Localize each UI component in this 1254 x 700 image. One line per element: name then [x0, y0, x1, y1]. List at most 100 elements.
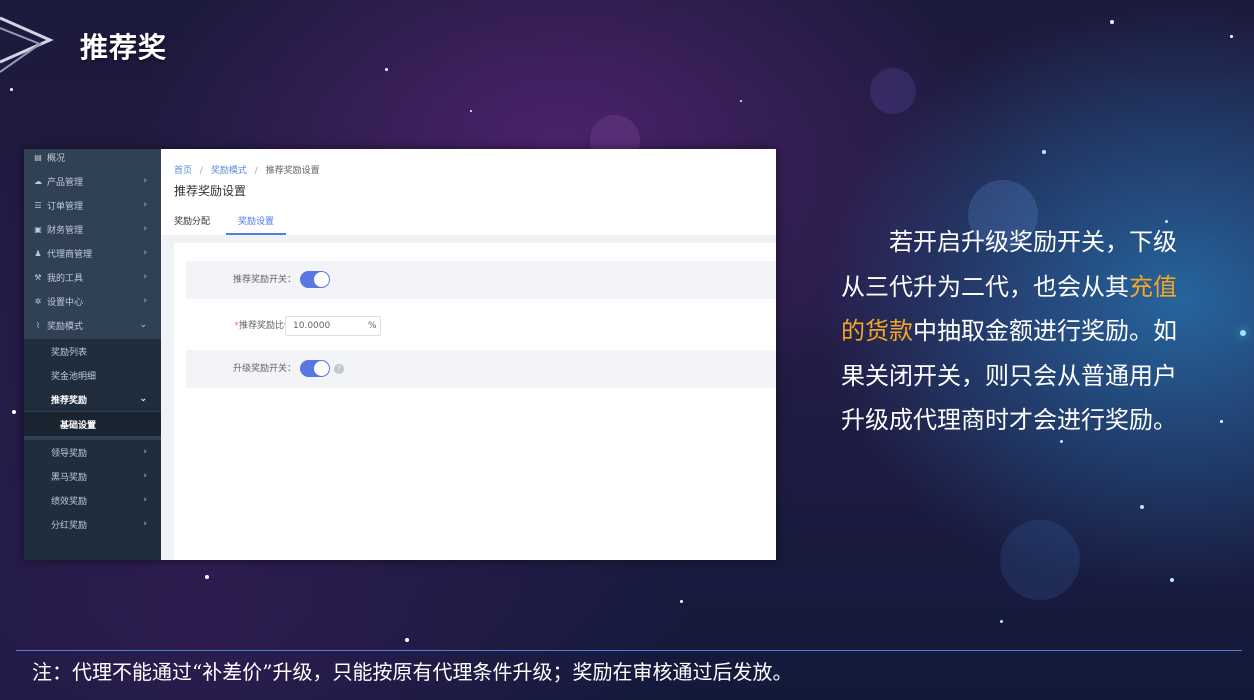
- slide-logo-icon: [0, 16, 54, 73]
- sidebar-subitem-darkhorse-reward[interactable]: 黑马奖励 ›: [24, 464, 161, 488]
- sidebar-item-label: 代理商管理: [47, 249, 93, 260]
- sidebar-subitem-label: 推荐奖励: [51, 395, 88, 406]
- chevron-right-icon: ›: [143, 272, 147, 282]
- settings-form: 推荐奖励开关： *推荐奖励比例: 10.0000 % 升级奖励开关： ?: [174, 243, 776, 560]
- sidebar-item-reward-mode[interactable]: ⌇ 奖励模式 ⌄: [24, 314, 161, 336]
- sidebar-item-label: 设置中心: [47, 297, 84, 308]
- overview-icon: ▤: [34, 152, 42, 162]
- chart-icon: ⌇: [36, 320, 40, 330]
- breadcrumb-current: 推荐奖励设置: [265, 166, 320, 176]
- star: [205, 575, 209, 579]
- star: [1220, 420, 1223, 423]
- upgrade-switch-row: 升级奖励开关： ?: [186, 350, 776, 388]
- breadcrumb-separator: /: [199, 166, 203, 176]
- sidebar-subitem-label: 奖金池明细: [51, 371, 97, 382]
- star: [470, 110, 472, 112]
- sidebar-subitem-label: 黑马奖励: [51, 472, 88, 483]
- tab-reward-distribution[interactable]: 奖励分配: [174, 209, 210, 235]
- chevron-right-icon: ›: [143, 248, 147, 258]
- sidebar-filler: [24, 536, 161, 560]
- sidebar-item-settings[interactable]: ✲ 设置中心 ›: [24, 290, 161, 312]
- star: [10, 88, 13, 91]
- star: [1170, 578, 1174, 582]
- breadcrumb-separator: /: [254, 166, 258, 176]
- sidebar-subitem-basic-settings[interactable]: 基础设置: [24, 412, 161, 436]
- referral-switch-label: 推荐奖励开关：: [232, 275, 296, 285]
- breadcrumb-home-link[interactable]: 首页: [174, 166, 192, 176]
- star: [1110, 20, 1114, 24]
- money-icon: ▣: [34, 224, 42, 234]
- star: [680, 600, 683, 603]
- description-text: 若开启升级奖励开关，下级从三代升为二代，也会从其: [841, 228, 1177, 301]
- chevron-right-icon: ›: [143, 200, 147, 210]
- star: [12, 410, 16, 414]
- footer-divider: [16, 650, 1242, 651]
- star: [1140, 505, 1144, 509]
- star: [405, 638, 409, 642]
- sidebar-subitem-label: 基础设置: [60, 420, 97, 431]
- chevron-right-icon: ›: [143, 447, 147, 457]
- sidebar-item-products[interactable]: ☁ 产品管理 ›: [24, 170, 161, 192]
- sidebar-item-tools[interactable]: ⚒ 我的工具 ›: [24, 266, 161, 288]
- referral-ratio-input[interactable]: 10.0000: [285, 316, 381, 336]
- sidebar-subitem-leader-reward[interactable]: 领导奖励 ›: [24, 440, 161, 464]
- sidebar-item-label: 概况: [47, 153, 66, 164]
- tab-reward-settings[interactable]: 奖励设置: [226, 209, 287, 235]
- star: [385, 68, 388, 71]
- chevron-right-icon: ›: [143, 176, 147, 186]
- sidebar-item-label: 奖励模式: [47, 321, 84, 332]
- referral-switch-toggle[interactable]: [300, 271, 330, 288]
- slide-title: 推荐奖: [80, 31, 168, 64]
- cloud-icon: ☁: [34, 176, 42, 186]
- star: [1240, 330, 1246, 336]
- upgrade-switch-toggle[interactable]: [300, 360, 330, 377]
- chevron-right-icon: ›: [143, 471, 147, 481]
- sidebar-item-orders[interactable]: ☰ 订单管理 ›: [24, 194, 161, 216]
- breadcrumb-section-link[interactable]: 奖励模式: [211, 166, 247, 176]
- star: [1230, 35, 1233, 38]
- upgrade-switch-label: 升级奖励开关：: [232, 364, 296, 374]
- sidebar-item-finance[interactable]: ▣ 财务管理 ›: [24, 218, 161, 240]
- sidebar-subitem-performance-reward[interactable]: 绩效奖励 ›: [24, 488, 161, 512]
- breadcrumb: 首页 / 奖励模式 / 推荐奖励设置: [174, 163, 320, 176]
- sidebar: ▤ 概况 ☁ 产品管理 › ☰ 订单管理 › ▣ 财务管理 › ♟ 代理商管理 …: [24, 149, 161, 560]
- admin-screenshot: ▤ 概况 ☁ 产品管理 › ☰ 订单管理 › ▣ 财务管理 › ♟ 代理商管理 …: [24, 149, 776, 560]
- sidebar-subitem-label: 领导奖励: [51, 448, 88, 459]
- hammer-icon: ⚒: [34, 272, 42, 282]
- people-icon: ♟: [34, 248, 42, 258]
- sidebar-subitem-reward-list[interactable]: 奖励列表: [24, 339, 161, 363]
- main-content: 首页 / 奖励模式 / 推荐奖励设置 推荐奖励设置 奖励分配 奖励设置 推荐奖励…: [161, 149, 776, 560]
- slide-description: 若开启升级奖励开关，下级从三代升为二代，也会从其充值的货款中抽取金额进行奖励。如…: [841, 220, 1181, 443]
- sidebar-subitem-referral-reward[interactable]: 推荐奖励 ⌄: [24, 387, 161, 411]
- bokeh-light: [870, 68, 916, 114]
- sidebar-subitem-bonus-pool[interactable]: 奖金池明细: [24, 363, 161, 387]
- referral-ratio-row: *推荐奖励比例: 10.0000 %: [186, 307, 776, 345]
- gear-icon: ✲: [34, 296, 42, 306]
- chevron-down-icon: ⌄: [139, 320, 147, 330]
- chevron-right-icon: ›: [143, 296, 147, 306]
- sidebar-subitem-label: 分红奖励: [51, 520, 88, 531]
- sidebar-item-label: 产品管理: [47, 177, 84, 188]
- sidebar-item-label: 我的工具: [47, 273, 84, 284]
- footer-note: 注：代理不能通过“补差价”升级，只能按原有代理条件升级；奖励在审核通过后发放。: [32, 660, 793, 684]
- bokeh-light: [1000, 520, 1080, 600]
- sidebar-item-label: 订单管理: [47, 201, 84, 212]
- referral-switch-row: 推荐奖励开关：: [186, 261, 776, 299]
- sidebar-subitem-dividend-reward[interactable]: 分红奖励 ›: [24, 512, 161, 536]
- list-icon: ☰: [34, 200, 42, 210]
- sidebar-subitem-label: 绩效奖励: [51, 496, 88, 507]
- page-title: 推荐奖励设置: [174, 184, 247, 198]
- star: [1042, 150, 1046, 154]
- chevron-down-icon: ⌄: [139, 394, 147, 404]
- sidebar-subitem-label: 奖励列表: [51, 347, 88, 358]
- chevron-right-icon: ›: [143, 519, 147, 529]
- chevron-right-icon: ›: [143, 224, 147, 234]
- star: [1000, 620, 1003, 623]
- help-icon[interactable]: ?: [334, 364, 344, 374]
- percent-suffix: %: [368, 321, 377, 331]
- star: [740, 100, 742, 102]
- sidebar-item-overview[interactable]: ▤ 概况: [24, 149, 161, 168]
- sidebar-item-label: 财务管理: [47, 225, 84, 236]
- sidebar-item-agents[interactable]: ♟ 代理商管理 ›: [24, 242, 161, 264]
- chevron-right-icon: ›: [143, 495, 147, 505]
